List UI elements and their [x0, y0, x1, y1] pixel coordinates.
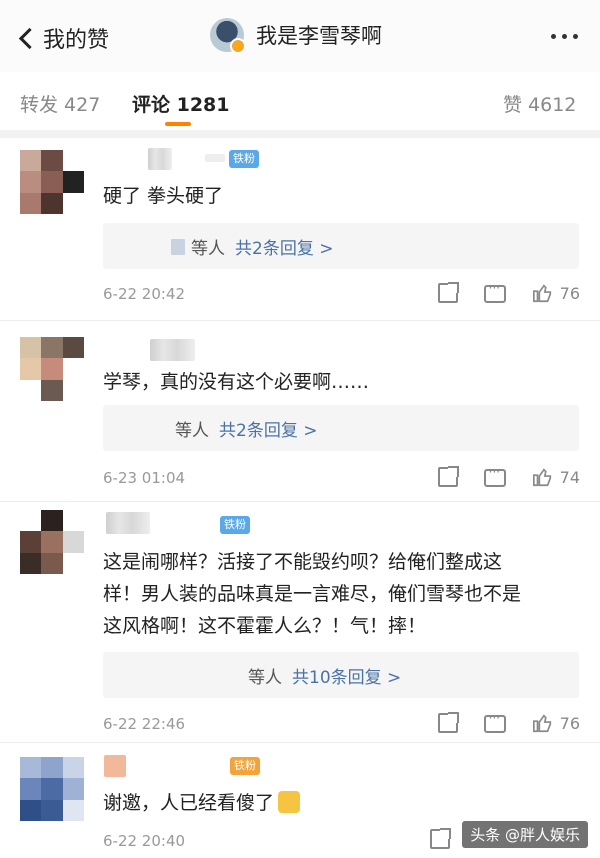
- comment-text: 硬了 拳头硬了: [103, 185, 224, 207]
- comment-text: 谢邀，人已经看傻了: [103, 787, 583, 819]
- share-icon[interactable]: [437, 466, 459, 487]
- reply-preview[interactable]: 等人 共2条回复 >: [103, 223, 579, 269]
- tab-comments[interactable]: 评论 1281: [132, 90, 230, 117]
- comment-text: 这是闹哪样？活接了不能毁约呗？给俺们整成这 样！男人装的品味真是一言难尽，俺们雪…: [103, 551, 522, 637]
- comment-icon[interactable]: [483, 711, 506, 733]
- fan-badge: 铁粉: [229, 150, 259, 168]
- avatar[interactable]: [20, 337, 84, 401]
- thumbs-up-icon[interactable]: [532, 712, 554, 734]
- username-blurred: [205, 154, 225, 162]
- share-icon[interactable]: [437, 712, 459, 733]
- comment-actions: [404, 828, 451, 849]
- reply-count-link[interactable]: 共2条回复 >: [235, 234, 333, 259]
- comment-text: 学琴，真的没有这个必要啊……: [103, 371, 370, 393]
- avatar[interactable]: [210, 18, 246, 54]
- username-blurred[interactable]: [148, 148, 172, 170]
- top-nav-bar: 我的赞 我是李雪琴啊: [0, 0, 600, 72]
- thumbs-up-emoji-icon: [278, 791, 301, 813]
- like-count: 74: [559, 467, 580, 487]
- thumbs-up-icon[interactable]: [532, 466, 554, 488]
- comment-time: 6-23 01:04: [103, 469, 186, 487]
- reply-count-link[interactable]: 共2条回复 >: [219, 416, 317, 441]
- page-title: 我是李雪琴啊: [256, 24, 382, 48]
- comment-actions: 76: [412, 711, 580, 734]
- reply-preview[interactable]: 等人 共10条回复 >: [103, 652, 579, 698]
- chevron-left-icon: [18, 27, 41, 49]
- avatar[interactable]: [20, 510, 84, 574]
- avatar[interactable]: [20, 150, 84, 214]
- comment-item: 铁粉 这是闹哪样？活接了不能毁约呗？给俺们整成这 样！男人装的品味真是一言难尽，…: [0, 502, 600, 742]
- share-icon[interactable]: [430, 828, 451, 849]
- comment-item: 学琴，真的没有这个必要啊…… 等人共2条回复 > 6-23 01:04 74: [0, 321, 600, 501]
- username-blurred[interactable]: [104, 755, 126, 777]
- comment-icon[interactable]: [483, 281, 506, 303]
- like-count: 76: [559, 713, 580, 733]
- reply-preview[interactable]: 等人 共2条回复 >: [103, 405, 579, 451]
- fan-badge: 铁粉: [230, 757, 260, 775]
- username-blurred[interactable]: [150, 339, 195, 361]
- blurred-avatar: [171, 238, 185, 255]
- like-count: 76: [559, 283, 580, 303]
- divider: [0, 130, 600, 138]
- tab-likes[interactable]: 赞 4612: [503, 90, 576, 117]
- back-label: 我的赞: [43, 28, 110, 53]
- verified-icon: [230, 38, 246, 54]
- active-tab-indicator: [165, 122, 191, 126]
- more-options-icon[interactable]: [545, 34, 578, 39]
- share-icon[interactable]: [437, 282, 459, 303]
- avatar[interactable]: [20, 757, 84, 821]
- comment-actions: 74: [412, 465, 580, 488]
- comment-time: 6-22 22:46: [103, 715, 186, 733]
- tab-repost[interactable]: 转发 427: [20, 90, 100, 117]
- comment-actions: 76: [412, 281, 580, 304]
- thumbs-up-icon[interactable]: [532, 282, 554, 304]
- tab-bar: 转发 427 评论 1281 赞 4612: [0, 72, 600, 130]
- back-button[interactable]: 我的赞: [18, 22, 109, 54]
- comment-time: 6-22 20:42: [103, 285, 186, 303]
- username-blurred[interactable]: [106, 512, 150, 534]
- reply-count-link[interactable]: 共10条回复 >: [292, 663, 401, 688]
- comment-icon[interactable]: [483, 465, 506, 487]
- watermark: 头条 @胖人娱乐: [462, 821, 588, 848]
- comment-time: 6-22 20:40: [103, 832, 186, 850]
- title-group[interactable]: 我是李雪琴啊: [210, 18, 382, 54]
- comment-item: 铁粉 硬了 拳头硬了 等人共2条回复 > 6-22 20:42 76: [0, 138, 600, 320]
- fan-badge: 铁粉: [220, 516, 250, 534]
